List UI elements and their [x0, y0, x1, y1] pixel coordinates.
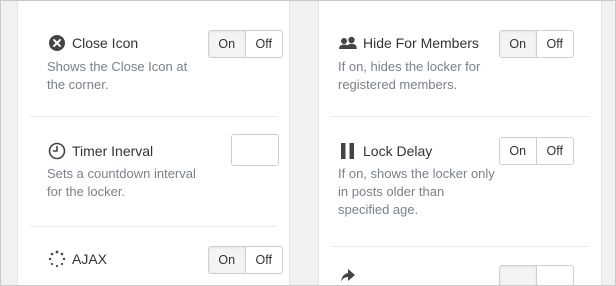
- pause-icon: [339, 142, 357, 160]
- hide-for-members-toggle[interactable]: On Off: [499, 30, 574, 58]
- option-description: If on, hides the locker for registered m…: [338, 59, 481, 92]
- toggle-on-button[interactable]: [500, 266, 537, 285]
- option-description: Sets a countdown interval for the locker…: [47, 166, 196, 199]
- loading-spinner-icon: [48, 250, 66, 268]
- option-timer-interval: Timer Inerval Sets a countdown interval …: [18, 117, 289, 227]
- options-frame: Close Icon Shows the Close Icon at the c…: [0, 0, 616, 286]
- option-description: If on, shows the locker only in posts ol…: [338, 166, 495, 217]
- partial-option-toggle[interactable]: [499, 265, 574, 285]
- timer-interval-input[interactable]: [231, 134, 279, 166]
- option-close-icon: Close Icon Shows the Close Icon at the c…: [18, 1, 289, 117]
- toggle-off-button[interactable]: Off: [537, 31, 574, 57]
- option-hide-for-members: Hide For Members If on, hides the locker…: [319, 1, 601, 117]
- toggle-off-button[interactable]: [537, 266, 574, 285]
- timer-icon: [48, 142, 66, 160]
- toggle-on-button[interactable]: On: [500, 138, 537, 164]
- ajax-toggle[interactable]: On Off: [208, 246, 283, 274]
- option-title: Lock Delay: [363, 143, 433, 159]
- option-description: Shows the Close Icon at the corner.: [47, 59, 188, 92]
- option-title: Timer Inerval: [72, 143, 154, 159]
- option-partial: [319, 247, 601, 285]
- option-title: Hide For Members: [363, 35, 479, 51]
- option-lock-delay: Lock Delay If on, shows the locker only …: [319, 117, 601, 247]
- members-icon: [338, 34, 358, 52]
- toggle-off-button[interactable]: Off: [537, 138, 574, 164]
- share-icon: [339, 267, 357, 285]
- option-title: Close Icon: [72, 35, 139, 51]
- close-circle-icon: [48, 34, 66, 52]
- option-title: AJAX: [72, 251, 108, 267]
- toggle-off-button[interactable]: Off: [246, 31, 283, 57]
- toggle-off-button[interactable]: Off: [246, 247, 283, 273]
- toggle-on-button[interactable]: On: [209, 31, 246, 57]
- left-options-panel: Close Icon Shows the Close Icon at the c…: [17, 1, 290, 285]
- right-options-panel: Hide For Members If on, hides the locker…: [318, 1, 602, 285]
- toggle-on-button[interactable]: On: [500, 31, 537, 57]
- close-icon-toggle[interactable]: On Off: [208, 30, 283, 58]
- lock-delay-toggle[interactable]: On Off: [499, 137, 574, 165]
- toggle-on-button[interactable]: On: [209, 247, 246, 273]
- option-ajax: AJAX On Off: [18, 227, 289, 285]
